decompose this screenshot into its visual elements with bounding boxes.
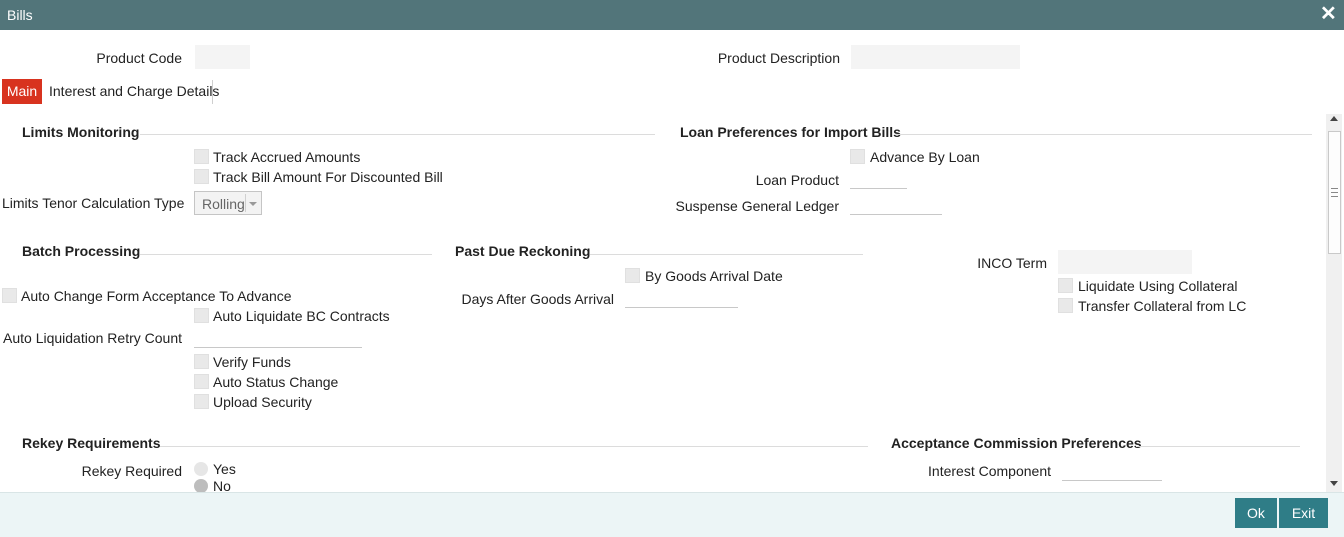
rekey-yes-label: Yes	[213, 461, 236, 477]
loan-product-field[interactable]	[850, 167, 907, 189]
retry-count-label: Auto Liquidation Retry Count	[3, 330, 182, 346]
track-accrued-label: Track Accrued Amounts	[213, 149, 361, 165]
batch-processing-divider	[140, 254, 432, 255]
rekey-yes-radio[interactable]	[194, 462, 208, 476]
auto-liquidate-checkbox[interactable]	[194, 308, 209, 323]
close-icon[interactable]: ✕	[1320, 3, 1337, 25]
main-content: Limits Monitoring Track Accrued Amounts …	[0, 30, 1326, 492]
track-bill-amount-label: Track Bill Amount For Discounted Bill	[213, 169, 443, 185]
upload-security-checkbox[interactable]	[194, 394, 209, 409]
rekey-required-label: Rekey Required	[81, 463, 182, 479]
auto-status-label: Auto Status Change	[213, 374, 339, 390]
liquidate-collateral-checkbox[interactable]	[1058, 278, 1073, 293]
footer-bar	[0, 492, 1344, 537]
title-bar: Bills ✕	[0, 0, 1344, 30]
chevron-down-icon	[245, 194, 259, 212]
limits-monitoring-divider	[140, 134, 655, 135]
acceptance-commission-heading: Acceptance Commission Preferences	[891, 435, 1142, 451]
verify-funds-checkbox[interactable]	[194, 354, 209, 369]
rekey-no-radio[interactable]	[194, 479, 208, 492]
suspense-gl-field[interactable]	[850, 193, 942, 215]
days-after-field[interactable]	[625, 286, 738, 308]
past-due-heading: Past Due Reckoning	[455, 243, 591, 259]
loan-preferences-divider	[896, 134, 1312, 135]
retry-count-field[interactable]	[194, 326, 362, 348]
transfer-collateral-label: Transfer Collateral from LC	[1078, 298, 1247, 314]
tenor-calc-select[interactable]: Rolling	[194, 191, 262, 215]
auto-change-checkbox[interactable]	[2, 288, 17, 303]
rekey-heading: Rekey Requirements	[22, 435, 161, 451]
rekey-divider	[160, 446, 868, 447]
inco-term-field[interactable]	[1058, 250, 1192, 274]
inco-term-label: INCO Term	[977, 255, 1047, 271]
window-title: Bills	[7, 7, 33, 23]
auto-change-label: Auto Change Form Acceptance To Advance	[21, 288, 292, 304]
scroll-up-icon[interactable]	[1330, 116, 1338, 121]
batch-processing-heading: Batch Processing	[22, 243, 141, 259]
suspense-gl-label: Suspense General Ledger	[675, 198, 839, 214]
auto-status-checkbox[interactable]	[194, 374, 209, 389]
by-goods-arrival-label: By Goods Arrival Date	[645, 268, 783, 284]
auto-liquidate-label: Auto Liquidate BC Contracts	[213, 308, 390, 324]
advance-by-loan-label: Advance By Loan	[870, 149, 980, 165]
grip-icon	[1331, 188, 1338, 197]
interest-component-field[interactable]	[1062, 459, 1162, 481]
upload-security-label: Upload Security	[213, 394, 312, 410]
liquidate-collateral-label: Liquidate Using Collateral	[1078, 278, 1238, 294]
rekey-no-label: No	[213, 478, 231, 492]
track-accrued-checkbox[interactable]	[194, 149, 209, 164]
ok-button[interactable]: Ok	[1235, 498, 1277, 528]
loan-preferences-heading: Loan Preferences for Import Bills	[680, 124, 901, 140]
by-goods-arrival-checkbox[interactable]	[625, 268, 640, 283]
days-after-label: Days After Goods Arrival	[461, 291, 614, 307]
verify-funds-label: Verify Funds	[213, 354, 291, 370]
exit-button[interactable]: Exit	[1279, 498, 1328, 528]
track-bill-amount-checkbox[interactable]	[194, 169, 209, 184]
advance-by-loan-checkbox[interactable]	[850, 149, 865, 164]
limits-monitoring-heading: Limits Monitoring	[22, 124, 140, 140]
tenor-calc-value: Rolling	[202, 196, 245, 212]
acceptance-commission-divider	[1136, 446, 1300, 447]
tenor-calc-label: Limits Tenor Calculation Type	[2, 195, 185, 211]
scroll-down-icon[interactable]	[1330, 481, 1338, 486]
transfer-collateral-checkbox[interactable]	[1058, 298, 1073, 313]
interest-component-label: Interest Component	[928, 463, 1051, 479]
past-due-divider	[590, 254, 863, 255]
loan-product-label: Loan Product	[755, 172, 839, 188]
